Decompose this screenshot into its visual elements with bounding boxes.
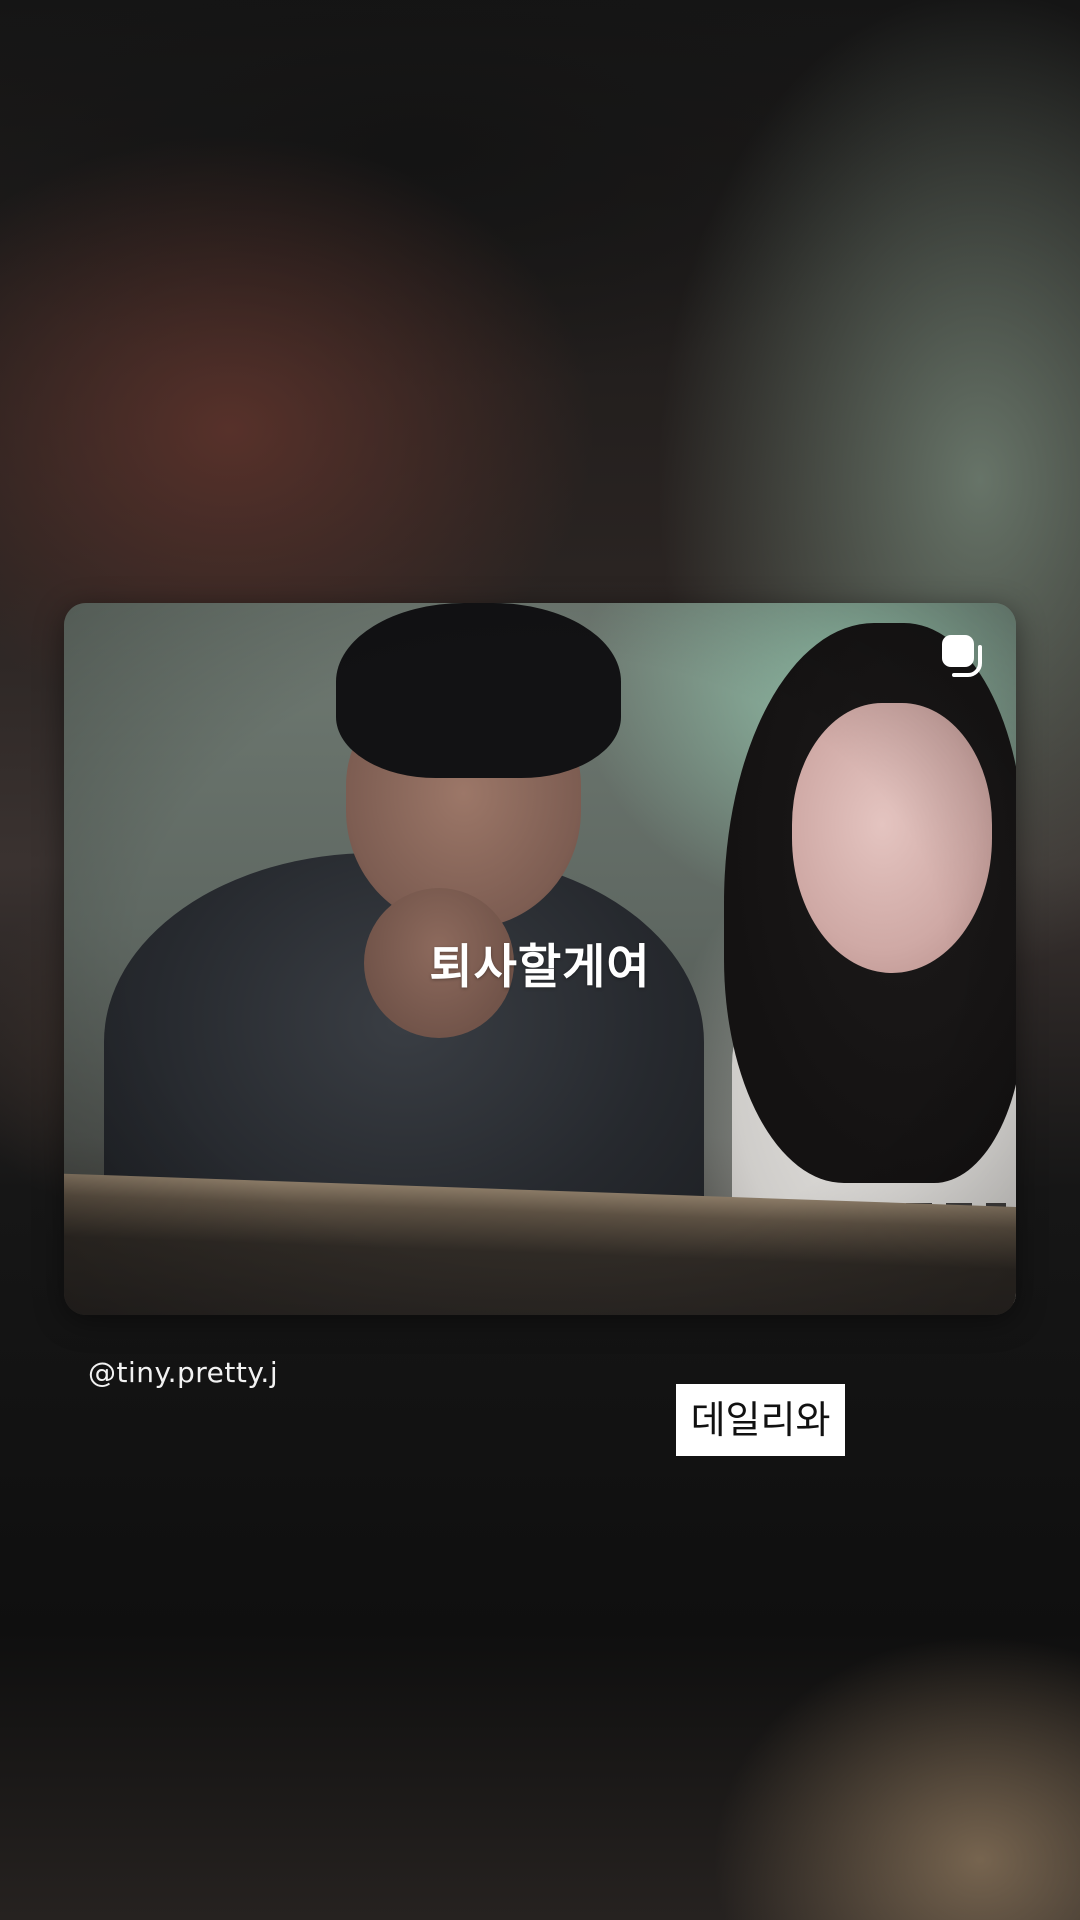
story-screen: 퇴사할게여 @tiny.pretty.j 데일리와: [0, 0, 1080, 1920]
post-caption: 퇴사할게여: [429, 940, 651, 995]
carousel-icon: [942, 635, 982, 677]
shared-post-card[interactable]: 퇴사할게여: [64, 603, 1016, 1315]
post-author-username[interactable]: @tiny.pretty.j: [88, 1356, 278, 1389]
text-sticker: 데일리와: [676, 1384, 845, 1456]
